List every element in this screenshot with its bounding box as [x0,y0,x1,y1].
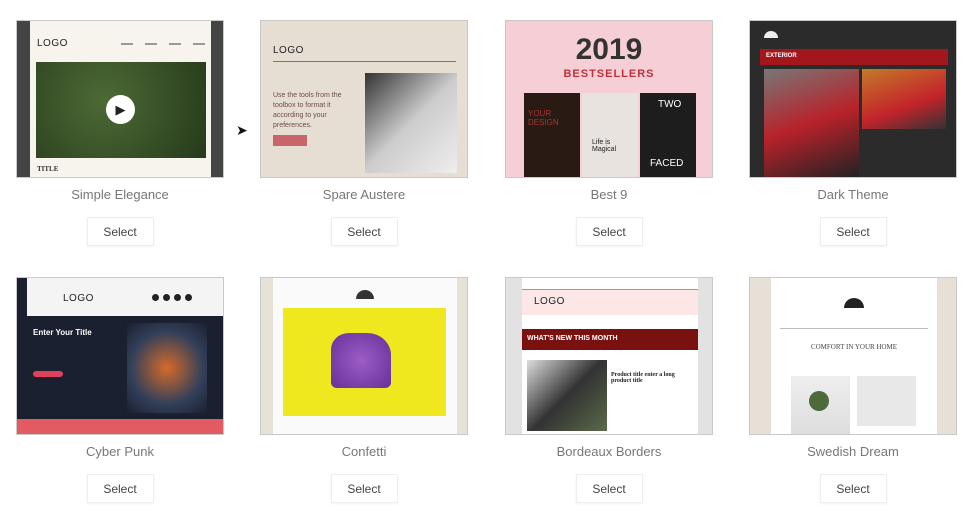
template-card-dark-theme: EXTERIOR Dark Theme Select [749,20,957,246]
character-image [127,323,207,413]
chair-image [365,73,457,173]
plant-image [791,376,850,434]
template-name: Dark Theme [817,187,889,202]
template-card-confetti: Confetti Select [260,277,468,503]
template-card-swedish-dream: COMFORT IN YOUR HOME Swedish Dream Selec… [749,277,957,503]
body-text: Use the tools from the toolbox to format… [273,92,342,129]
template-name: Cyber Punk [86,444,154,459]
template-preview[interactable]: 2019 BESTSELLERS YOUR DESIGN Life is Mag… [505,20,713,178]
template-preview[interactable]: LOGO ▶ TITLE [16,20,224,178]
tag: Life is Magical [592,139,617,153]
template-name: Spare Austere [322,187,406,202]
select-button[interactable]: Select [86,474,154,503]
logo: LOGO [534,296,565,307]
template-card-best-9: 2019 BESTSELLERS YOUR DESIGN Life is Mag… [505,20,713,246]
template-preview[interactable]: EXTERIOR [749,20,957,178]
select-button[interactable]: Select [575,474,643,503]
template-preview[interactable] [260,277,468,435]
banner: WHAT'S NEW THIS MONTH [522,329,698,350]
select-button[interactable]: Select [819,217,887,246]
logo: LOGO [273,45,304,56]
template-card-simple-elegance: LOGO ▶ TITLE Simple Elegance Select [16,20,224,246]
tag: FACED [650,158,684,169]
select-button[interactable]: Select [330,217,398,246]
zebra-figure [331,333,391,388]
select-button[interactable]: Select [330,474,398,503]
title: COMFORT IN YOUR HOME [810,343,898,351]
select-button[interactable]: Select [575,217,643,246]
tag: YOUR DESIGN [528,109,559,127]
template-name: Best 9 [590,187,628,202]
car-image [862,69,946,129]
title: Enter Your Title [33,328,92,337]
room-image [857,376,916,426]
newspaper-image [527,360,607,431]
select-button[interactable]: Select [819,474,887,503]
subtitle: BESTSELLERS [563,68,655,80]
mouse-cursor-icon: ➤ [236,122,248,138]
play-icon[interactable]: ▶ [106,95,135,124]
banner: EXTERIOR [760,49,948,65]
template-card-bordeaux-borders: LOGO WHAT'S NEW THIS MONTH Product title… [505,277,713,503]
template-card-cyber-punk: LOGO Enter Your Title Cyber Punk Select [16,277,224,503]
template-name: Swedish Dream [807,444,899,459]
logo: LOGO [37,38,68,49]
template-preview[interactable]: LOGO Enter Your Title [16,277,224,435]
footer-title: TITLE [37,165,59,173]
tag: TWO [658,99,682,110]
template-preview[interactable]: COMFORT IN YOUR HOME [749,277,957,435]
template-preview[interactable]: LOGO WHAT'S NEW THIS MONTH Product title… [505,277,713,435]
logo-icon [764,31,778,38]
template-preview[interactable]: LOGO Use the tools from the toolbox to f… [260,20,468,178]
logo: LOGO [63,293,94,304]
template-name: Confetti [341,444,387,459]
select-button[interactable]: Select [86,217,154,246]
template-card-spare-austere: LOGO Use the tools from the toolbox to f… [260,20,468,246]
template-name: Bordeaux Borders [556,444,662,459]
product-title: Product title enter a long product title [611,372,675,384]
car-image [764,69,859,177]
year: 2019 [575,33,643,66]
template-name: Simple Elegance [71,187,169,202]
